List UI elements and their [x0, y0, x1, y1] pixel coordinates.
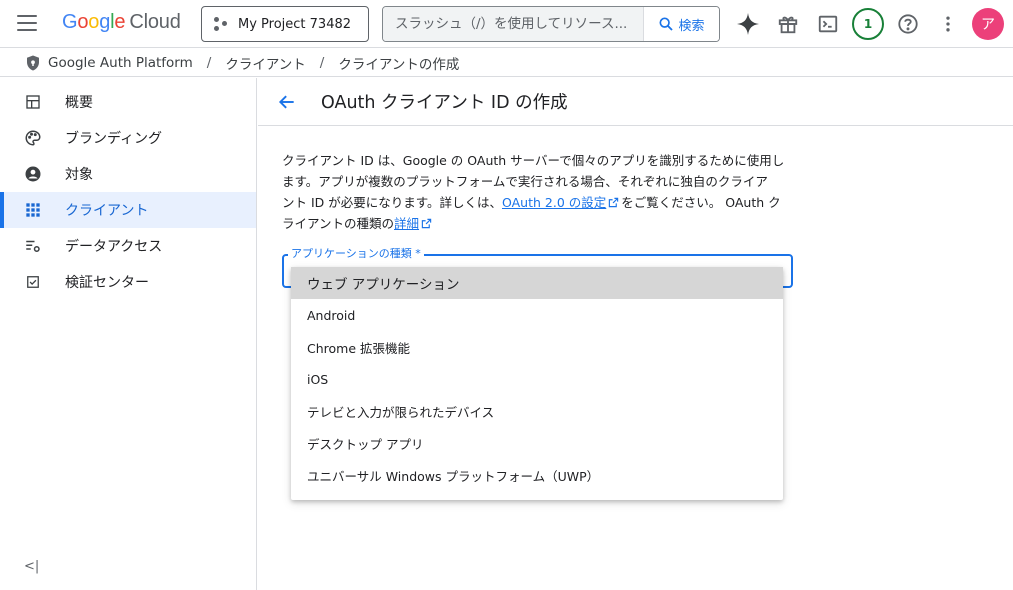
option-tv-limited-input[interactable]: テレビと入力が限られたデバイス	[291, 395, 783, 427]
gift-icon[interactable]	[776, 12, 800, 36]
search-bar: 検索	[382, 6, 720, 42]
option-android[interactable]: Android	[291, 299, 783, 331]
breadcrumb-separator: /	[206, 54, 212, 71]
page-title: OAuth クライアント ID の作成	[321, 93, 568, 113]
data-settings-icon	[24, 237, 42, 255]
project-name: My Project 73482	[238, 16, 352, 32]
grid-icon	[24, 201, 42, 219]
details-link[interactable]: 詳細	[394, 216, 419, 231]
verify-icon	[24, 273, 42, 291]
open-in-new-icon	[609, 197, 619, 208]
option-uwp[interactable]: ユニバーサル Windows プラットフォーム（UWP）	[291, 459, 783, 491]
google-cloud-logo[interactable]: Google Cloud	[62, 11, 181, 34]
sidebar-item-data-access[interactable]: データアクセス	[0, 228, 256, 264]
sidebar-item-verification[interactable]: 検証センター	[0, 264, 256, 300]
option-chrome-extension[interactable]: Chrome 拡張機能	[291, 331, 783, 363]
shield-lock-icon	[27, 55, 39, 70]
palette-icon	[24, 129, 42, 147]
sidebar-item-audience[interactable]: 対象	[0, 156, 256, 192]
search-icon	[659, 17, 674, 31]
breadcrumb-separator: /	[319, 54, 325, 71]
sidebar-nav: 概要 ブランディング 対象 クライアント データアクセス 検証センター <|	[0, 78, 257, 590]
option-web-application[interactable]: ウェブ アプリケーション	[291, 267, 783, 299]
sidebar-item-clients[interactable]: クライアント	[0, 192, 256, 228]
more-vert-icon[interactable]	[936, 12, 960, 36]
gemini-sparkle-icon[interactable]	[736, 12, 760, 36]
sidebar-item-branding[interactable]: ブランディング	[0, 120, 256, 156]
description-text: クライアント ID は、Google の OAuth サーバーで個々のアプリを識…	[282, 153, 785, 231]
open-in-new-icon	[421, 218, 432, 229]
notifications-badge[interactable]: 1	[852, 8, 884, 40]
page-header: OAuth クライアント ID の作成	[258, 78, 1013, 126]
sidebar-item-overview[interactable]: 概要	[0, 84, 256, 120]
help-icon[interactable]	[896, 12, 920, 36]
option-desktop-app[interactable]: デスクトップ アプリ	[291, 427, 783, 459]
person-icon	[24, 165, 42, 183]
dashboard-icon	[24, 93, 42, 111]
search-button[interactable]: 検索	[643, 7, 719, 41]
option-ios[interactable]: iOS	[291, 363, 783, 395]
project-hub-icon	[214, 17, 228, 31]
cloud-shell-icon[interactable]	[816, 12, 840, 36]
oauth-settings-link[interactable]: OAuth 2.0 の設定	[502, 195, 606, 210]
collapse-sidebar-button[interactable]: <|	[24, 559, 39, 574]
breadcrumb-auth-platform[interactable]: Google Auth Platform	[48, 55, 193, 71]
breadcrumb-current: クライアントの作成	[338, 56, 460, 73]
account-avatar[interactable]: ア	[972, 8, 1004, 40]
application-type-label: アプリケーションの種類 *	[288, 245, 424, 261]
top-app-bar: GoogleCloud My Project 73482 検索 1 ア	[0, 0, 1013, 48]
search-input[interactable]	[383, 7, 643, 41]
main-menu-icon[interactable]	[17, 15, 37, 33]
breadcrumb-clients[interactable]: クライアント	[225, 53, 305, 73]
application-type-dropdown: ウェブ アプリケーション Android Chrome 拡張機能 iOS テレビ…	[291, 267, 783, 500]
project-picker-button[interactable]: My Project 73482	[201, 6, 369, 42]
breadcrumb: Google Auth Platform / クライアント / クライアントの作…	[0, 49, 1013, 77]
back-arrow-icon[interactable]	[275, 90, 299, 114]
